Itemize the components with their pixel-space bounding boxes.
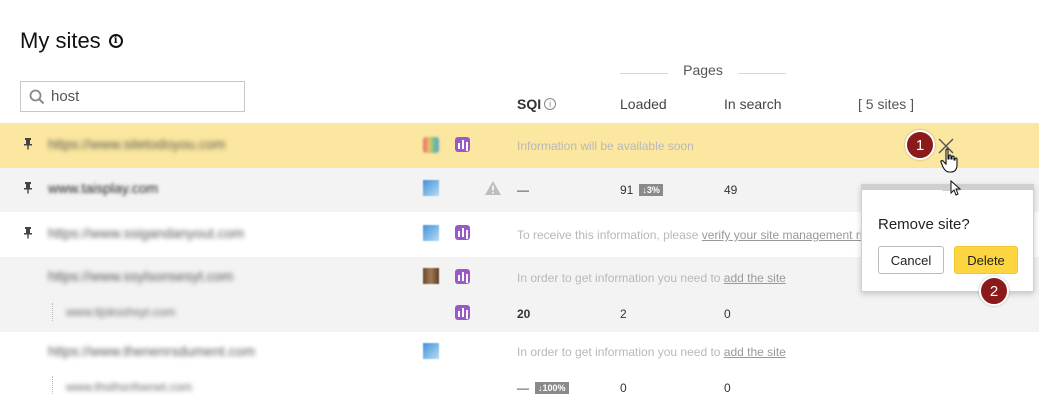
search-field[interactable] <box>20 81 245 112</box>
message-text: In order to get information you need to <box>517 271 724 285</box>
sqi-label: SQI <box>517 96 542 112</box>
row-status-message: To receive this information, please veri… <box>517 228 885 242</box>
subdomain-host[interactable]: www.tijsksshsyt.com <box>66 305 175 319</box>
in-search-value: 49 <box>724 183 738 197</box>
remove-site-popup: Remove site? Cancel Delete <box>861 184 1034 292</box>
pin-icon[interactable] <box>24 182 32 197</box>
pin-icon[interactable] <box>24 227 32 242</box>
tree-connector <box>52 376 53 394</box>
site-favicon <box>423 137 439 153</box>
site-favicon <box>423 268 439 284</box>
loaded-value: 2 <box>620 307 627 321</box>
loaded-change-badge: ↓3% <box>639 184 663 196</box>
loaded-value: 0 <box>620 381 627 395</box>
metrica-icon[interactable] <box>455 305 470 320</box>
metrica-icon[interactable] <box>455 269 470 284</box>
warning-icon[interactable] <box>484 180 502 196</box>
loaded-column-header[interactable]: Loaded <box>620 96 667 112</box>
site-favicon <box>423 180 439 196</box>
loaded-count: 91 <box>620 183 634 197</box>
add-site-link[interactable]: add the site <box>724 271 786 285</box>
popup-title: Remove site? <box>878 216 970 233</box>
site-host[interactable]: https://www.sitetodoyou.com <box>48 136 225 152</box>
site-host[interactable]: https://www.thenenrsdument.com <box>48 343 255 359</box>
add-site-link[interactable]: add the site <box>724 345 786 359</box>
site-count: [ 5 sites ] <box>858 96 915 112</box>
table-row[interactable]: www.tijsksshsyt.com 20 2 0 <box>0 297 1039 332</box>
pages-divider-right <box>738 73 786 74</box>
cancel-button[interactable]: Cancel <box>878 246 944 274</box>
sqi-value: — <box>517 183 529 197</box>
loaded-value: 91 ↓3% <box>620 183 663 197</box>
site-host[interactable]: https://www.ssigandanyout.com <box>48 225 244 241</box>
pages-column-group: Pages <box>620 62 786 80</box>
pin-icon[interactable] <box>24 138 32 153</box>
sqi-number: — <box>517 381 529 395</box>
table-row[interactable]: www.thsthsnfsenet.com — ↓100% 0 0 <box>0 372 1039 419</box>
row-status-message: Information will be available soon <box>517 139 694 153</box>
subdomain-host[interactable]: www.thsthsnfsenet.com <box>66 380 192 394</box>
metrica-icon[interactable] <box>455 225 470 240</box>
sqi-value: — ↓100% <box>517 381 569 395</box>
site-host[interactable]: www.taisplay.com <box>48 180 158 196</box>
tree-connector <box>52 303 53 321</box>
step-marker-2: 2 <box>979 276 1009 306</box>
arrow-cursor-icon <box>950 180 962 196</box>
metrica-icon[interactable] <box>455 137 470 152</box>
in-search-column-header[interactable]: In search <box>724 96 782 112</box>
page-title-text: My sites <box>20 28 101 53</box>
row-status-message: In order to get information you need to … <box>517 271 786 285</box>
message-text: In order to get information you need to <box>517 345 724 359</box>
table-row[interactable]: https://www.sitetodoyou.com Information … <box>0 123 1039 168</box>
pages-group-label: Pages <box>683 62 723 78</box>
site-favicon <box>423 225 439 241</box>
info-icon[interactable]: i <box>108 34 123 48</box>
sqi-change-badge: ↓100% <box>535 382 569 394</box>
sqi-column-header[interactable]: SQI i <box>517 96 557 112</box>
sqi-value: 20 <box>517 307 531 321</box>
search-icon <box>29 89 45 104</box>
site-favicon <box>423 343 439 359</box>
delete-button[interactable]: Delete <box>954 246 1018 274</box>
in-search-value: 0 <box>724 307 731 321</box>
step-marker-1: 1 <box>905 130 935 160</box>
hand-cursor-icon <box>940 148 958 173</box>
page-title: My sites i <box>20 28 123 54</box>
in-search-value: 0 <box>724 381 731 395</box>
site-host[interactable]: https://www.ssylsonsesyt.com <box>48 268 233 284</box>
sqi-info-icon[interactable]: i <box>544 98 557 110</box>
verify-rights-link[interactable]: verify your site management rights <box>702 228 885 242</box>
message-text: To receive this information, please <box>517 228 702 242</box>
row-status-message: In order to get information you need to … <box>517 345 786 359</box>
search-input[interactable] <box>51 88 231 105</box>
table-row[interactable]: https://www.thenenrsdument.com In order … <box>0 332 1039 372</box>
